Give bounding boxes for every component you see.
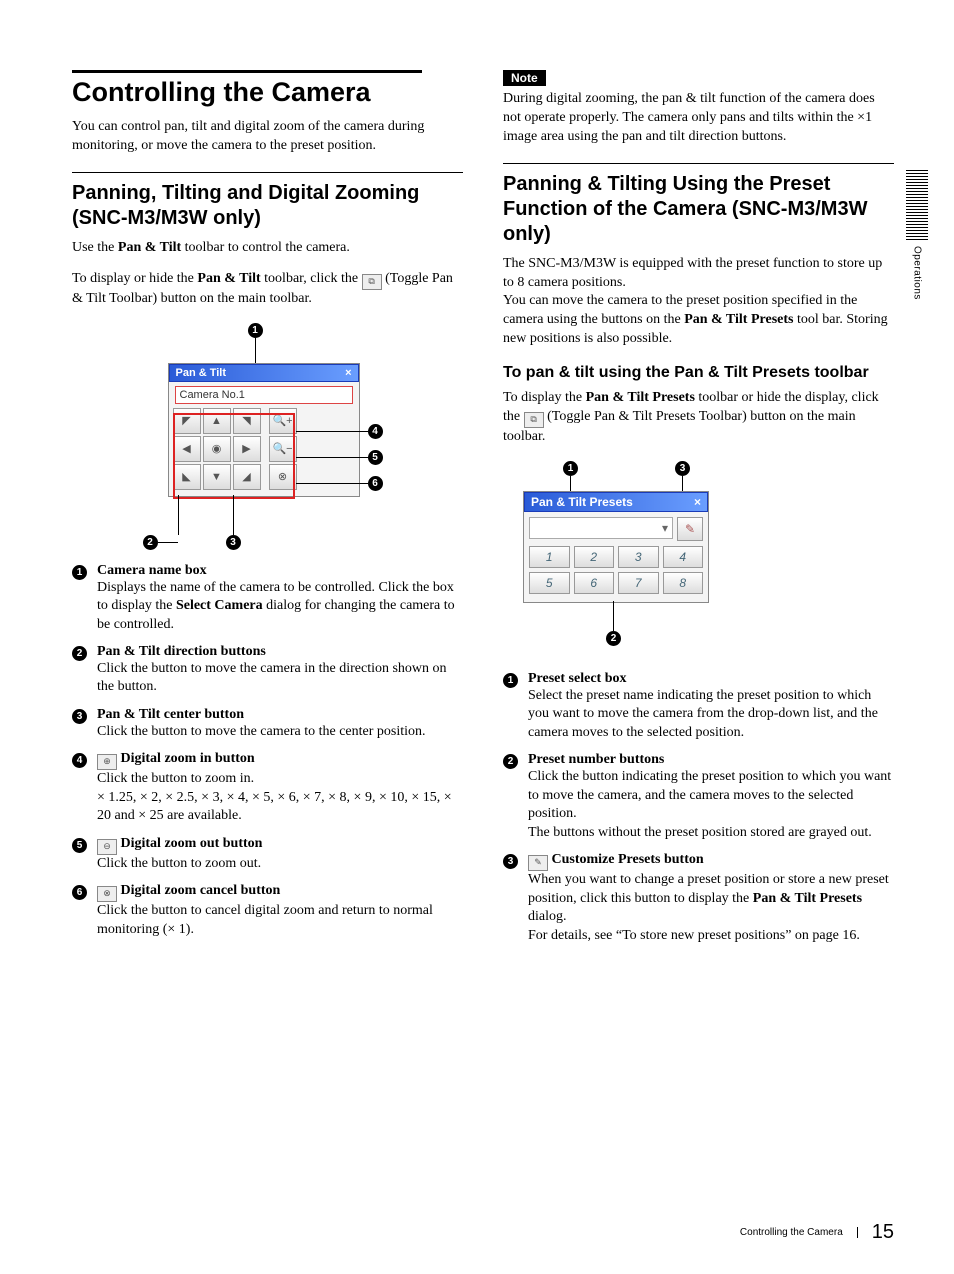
rule: [503, 163, 894, 164]
highlight-direction-grid: [173, 413, 295, 499]
body-text: To display the Pan & Tilt Presets toolba…: [503, 389, 894, 447]
callout-1: 1: [248, 323, 263, 338]
callout-item: 6 ⊗ Digital zoom cancel button Click the b…: [72, 883, 463, 939]
callout-item: 5 ⊖ Digital zoom out button Click the butt…: [72, 836, 463, 873]
callout-number: 4: [72, 753, 87, 768]
body-text: Use the Pan & Tilt toolbar to control th…: [72, 239, 463, 258]
right-column: Note During digital zooming, the pan & t…: [503, 70, 894, 949]
callout-item: 2 Preset number buttonsClick the button i…: [503, 752, 894, 842]
pantilt-toolbar-diagram: 1 Pan & Tilt × Camera No.1 ◤ ▲ ◥ 🔍+: [138, 323, 398, 553]
preset-number-button[interactable]: 1: [529, 546, 570, 568]
callout-6: 6: [368, 476, 383, 491]
page-title: Controlling the Camera: [72, 77, 463, 108]
callout-icon: ⊕: [97, 754, 117, 770]
note-label: Note: [503, 70, 546, 86]
callout-title: Preset select box: [528, 671, 626, 686]
callout-number: 5: [72, 838, 87, 853]
close-icon[interactable]: ×: [694, 495, 701, 509]
callout-3: 3: [226, 535, 241, 550]
preset-number-button[interactable]: 4: [663, 546, 704, 568]
callout-title: Digital zoom in button: [121, 751, 255, 766]
callout-item: 3 ✎ Customize Presets button When you want…: [503, 852, 894, 945]
toolbar-titlebar: Pan & Tilt Presets ×: [524, 492, 708, 512]
page-footer: Controlling the Camera 15: [740, 1221, 894, 1244]
callout-title: Pan & Tilt direction buttons: [97, 644, 266, 659]
toolbar-title: Pan & Tilt Presets: [531, 495, 633, 509]
left-column: Controlling the Camera You can control p…: [72, 70, 463, 949]
callout-desc: Click the button to move the camera to t…: [97, 723, 463, 741]
preset-number-button[interactable]: 6: [574, 572, 615, 594]
preset-number-button[interactable]: 5: [529, 572, 570, 594]
callout-2: 2: [143, 535, 158, 550]
rule: [72, 172, 463, 173]
callout-desc: Click the button to move the camera in t…: [97, 660, 463, 697]
callout-number: 1: [72, 565, 87, 580]
callout-number: 2: [72, 646, 87, 661]
callout-item: 1 Camera name boxDisplays the name of the…: [72, 563, 463, 634]
callout-desc: Select the preset name indicating the pr…: [528, 687, 894, 742]
toggle-presets-toolbar-icon: ⧉: [524, 412, 544, 428]
preset-number-button[interactable]: 2: [574, 546, 615, 568]
tab-decor-bars: [906, 170, 928, 240]
callout-2: 2: [606, 631, 621, 646]
body-text: To display or hide the Pan & Tilt toolba…: [72, 270, 463, 309]
callout-desc: Click the button to zoom in.× 1.25, × 2,…: [97, 770, 463, 825]
footer-title: Controlling the Camera: [740, 1227, 858, 1238]
callout-icon: ✎: [528, 855, 548, 871]
rule: [72, 70, 422, 73]
subheading-preset: Panning & Tilting Using the Preset Funct…: [503, 172, 894, 247]
presets-toolbar-diagram: 1 3 Pan & Tilt Presets × ▾ ✎ 12345678: [513, 461, 733, 661]
callout-title: Preset number buttons: [528, 752, 664, 767]
preset-number-button[interactable]: 8: [663, 572, 704, 594]
toggle-pantilt-toolbar-icon: ⧉: [362, 274, 382, 290]
close-icon[interactable]: ×: [345, 367, 351, 379]
callout-number: 2: [503, 754, 518, 769]
callout-title: Camera name box: [97, 563, 207, 578]
callout-title: Pan & Tilt center button: [97, 707, 244, 722]
page-number: 15: [872, 1221, 894, 1244]
callout-5: 5: [368, 450, 383, 465]
callout-item: 1 Preset select boxSelect the preset name…: [503, 671, 894, 742]
callout-3: 3: [675, 461, 690, 476]
callout-number: 1: [503, 673, 518, 688]
body-text: The SNC-M3/M3W is equipped with the pres…: [503, 255, 894, 349]
callout-desc: When you want to change a preset positio…: [528, 871, 894, 945]
preset-select-box[interactable]: ▾: [529, 517, 673, 539]
callout-desc: Displays the name of the camera to be co…: [97, 579, 463, 634]
callout-number: 6: [72, 885, 87, 900]
callout-1: 1: [563, 461, 578, 476]
callout-number: 3: [503, 854, 518, 869]
callout-desc: Click the button indicating the preset p…: [528, 768, 894, 842]
camera-name-box[interactable]: Camera No.1: [175, 386, 353, 404]
subheading-preset-toolbar: To pan & tilt using the Pan & Tilt Prese…: [503, 363, 894, 383]
callout-4: 4: [368, 424, 383, 439]
callout-title: Digital zoom cancel button: [121, 883, 281, 898]
section-tab-label: Operations: [912, 246, 923, 300]
toolbar-titlebar: Pan & Tilt ×: [169, 364, 359, 382]
intro-text: You can control pan, tilt and digital zo…: [72, 118, 463, 156]
presets-toolbar: Pan & Tilt Presets × ▾ ✎ 1234 5678: [523, 491, 709, 603]
toolbar-title: Pan & Tilt: [176, 367, 227, 379]
callout-icon: ⊖: [97, 839, 117, 855]
callout-item: 3 Pan & Tilt center buttonClick the butto…: [72, 707, 463, 741]
customize-presets-button[interactable]: ✎: [677, 517, 703, 541]
callout-title: Digital zoom out button: [121, 836, 263, 851]
callout-desc: Click the button to cancel digital zoom …: [97, 902, 463, 939]
preset-number-button[interactable]: 3: [618, 546, 659, 568]
callout-item: 4 ⊕ Digital zoom in button Click the butto…: [72, 751, 463, 825]
subheading-pantilt-zoom: Panning, Tilting and Digital Zooming (SN…: [72, 181, 463, 231]
callout-number: 3: [72, 709, 87, 724]
note-text: During digital zooming, the pan & tilt f…: [503, 90, 894, 147]
callout-desc: Click the button to zoom out.: [97, 855, 463, 873]
callout-title: Customize Presets button: [552, 852, 704, 867]
callout-icon: ⊗: [97, 886, 117, 902]
section-tab: Operations: [906, 170, 928, 350]
callout-item: 2 Pan & Tilt direction buttonsClick the b…: [72, 644, 463, 697]
preset-number-button[interactable]: 7: [618, 572, 659, 594]
